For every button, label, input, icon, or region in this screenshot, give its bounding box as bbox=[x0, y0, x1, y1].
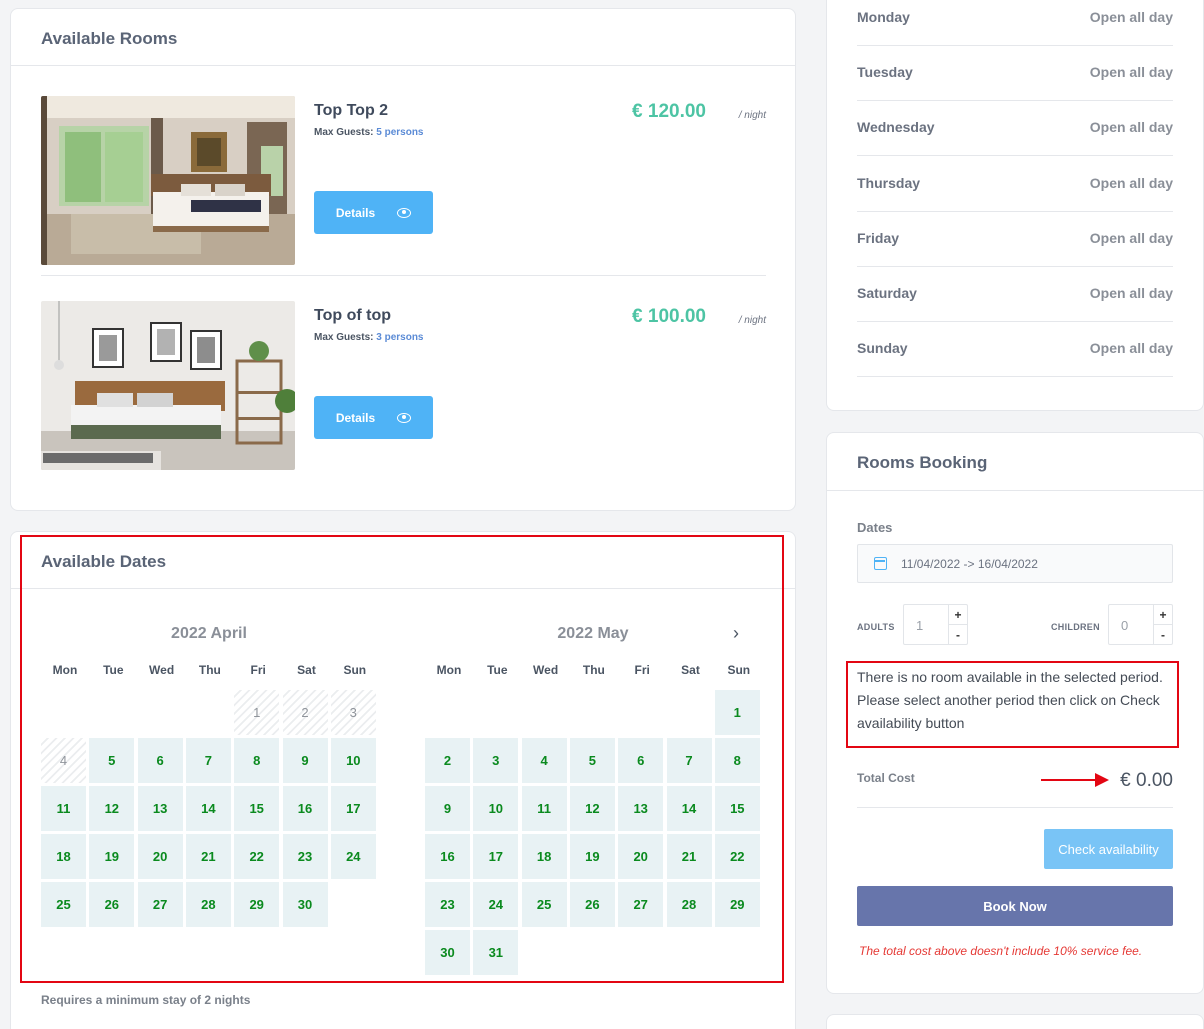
adults-plus-button[interactable]: + bbox=[948, 605, 967, 625]
dates-label: Dates bbox=[857, 520, 893, 535]
details-button[interactable]: Details bbox=[314, 191, 433, 234]
available-rooms-title: Available Rooms bbox=[41, 29, 178, 48]
hours-row-friday: Friday Open all day bbox=[857, 212, 1173, 267]
highlight-arrow bbox=[1041, 779, 1099, 781]
adults-label: ADULTS bbox=[857, 622, 895, 632]
adults-stepper[interactable]: 1 + - bbox=[903, 604, 968, 645]
children-plus-button[interactable]: + bbox=[1153, 605, 1172, 625]
hours-day: Thursday bbox=[857, 174, 921, 191]
highlight-box bbox=[846, 661, 1179, 748]
max-guests-value: 5 persons bbox=[376, 127, 424, 138]
adults-minus-button[interactable]: - bbox=[948, 625, 967, 645]
hours-value: Open all day bbox=[1089, 64, 1173, 81]
max-guests-label: Max Guests: bbox=[314, 332, 374, 343]
room-max-guests: Max Guests: 5 persons bbox=[314, 127, 424, 138]
divider bbox=[857, 807, 1173, 808]
hours-day: Friday bbox=[857, 229, 900, 246]
hours-value: Open all day bbox=[1089, 119, 1173, 136]
details-button-label: Details bbox=[335, 410, 376, 425]
hours-day: Monday bbox=[857, 9, 910, 25]
divider bbox=[11, 65, 795, 66]
calendar-icon bbox=[874, 557, 887, 570]
hours-row-monday: Monday Open all day bbox=[857, 0, 1173, 46]
hours-value: Open all day bbox=[1089, 174, 1173, 191]
hours-day: Tuesday bbox=[857, 64, 913, 81]
hours-row-sunday: Sunday Open all day bbox=[857, 322, 1173, 378]
booking-title: Rooms Booking bbox=[857, 453, 988, 472]
details-button[interactable]: Details bbox=[314, 396, 433, 439]
room-max-guests: Max Guests: 3 persons bbox=[314, 332, 424, 343]
children-stepper[interactable]: 0 + - bbox=[1108, 604, 1173, 645]
hours-row-tuesday: Tuesday Open all day bbox=[857, 46, 1173, 102]
room-card: Top Top 2 Max Guests: 5 persons € 120.00… bbox=[41, 96, 766, 266]
opening-hours-card: Monday Open all day Tuesday Open all day Wed… bbox=[826, 0, 1204, 411]
total-cost-value: € 0.00 bbox=[1120, 770, 1173, 791]
hours-day: Wednesday bbox=[857, 119, 935, 136]
details-button-label: Details bbox=[335, 205, 376, 220]
hours-value: Open all day bbox=[1089, 9, 1173, 25]
eye-icon bbox=[397, 412, 412, 423]
room-photo[interactable] bbox=[41, 96, 295, 265]
max-guests-label: Max Guests: bbox=[314, 127, 374, 138]
hours-day: Saturday bbox=[857, 285, 917, 301]
hours-value: Open all day bbox=[1089, 285, 1173, 301]
children-label: CHILDREN bbox=[1051, 622, 1100, 632]
date-range-input[interactable]: 11/04/2022 -> 16/04/2022 bbox=[857, 544, 1173, 583]
price-unit: / night bbox=[738, 110, 766, 121]
divider bbox=[827, 490, 1203, 491]
room-photo[interactable] bbox=[41, 301, 295, 470]
hours-value: Open all day bbox=[1089, 229, 1173, 246]
eye-icon bbox=[397, 207, 412, 218]
hours-row-wednesday: Wednesday Open all day bbox=[857, 101, 1173, 157]
children-minus-button[interactable]: - bbox=[1153, 625, 1172, 645]
children-value[interactable]: 0 bbox=[1121, 618, 1128, 633]
hours-row-saturday: Saturday Open all day bbox=[857, 267, 1173, 322]
room-name[interactable]: Top of top bbox=[314, 307, 391, 325]
date-range-value: 11/04/2022 -> 16/04/2022 bbox=[901, 556, 1038, 571]
highlight-box bbox=[20, 535, 784, 983]
hours-value: Open all day bbox=[1089, 340, 1173, 357]
room-name[interactable]: Top Top 2 bbox=[314, 102, 388, 120]
room-card: Top of top Max Guests: 3 persons € 100.0… bbox=[41, 301, 766, 471]
available-rooms-card: Available Rooms Top Top 2 Max Guests: 5 … bbox=[10, 8, 796, 511]
divider bbox=[41, 275, 766, 276]
price-unit: / night bbox=[738, 315, 766, 326]
adults-value[interactable]: 1 bbox=[916, 618, 923, 633]
arrow-head-icon bbox=[1095, 773, 1109, 787]
hours-day: Sunday bbox=[857, 340, 908, 357]
max-guests-value: 3 persons bbox=[376, 332, 424, 343]
room-price: € 100.00 bbox=[632, 306, 706, 327]
hours-row-thursday: Thursday Open all day bbox=[857, 157, 1173, 212]
total-cost-label: Total Cost bbox=[857, 771, 915, 785]
service-fee-note: The total cost above doesn't include 10%… bbox=[859, 944, 1143, 958]
room-price: € 120.00 bbox=[632, 101, 706, 122]
book-now-button[interactable]: Book Now bbox=[857, 886, 1173, 926]
check-availability-button[interactable]: Check availability bbox=[1044, 829, 1173, 869]
next-card bbox=[826, 1014, 1204, 1029]
minimum-stay-note: Requires a minimum stay of 2 nights bbox=[41, 993, 251, 1007]
